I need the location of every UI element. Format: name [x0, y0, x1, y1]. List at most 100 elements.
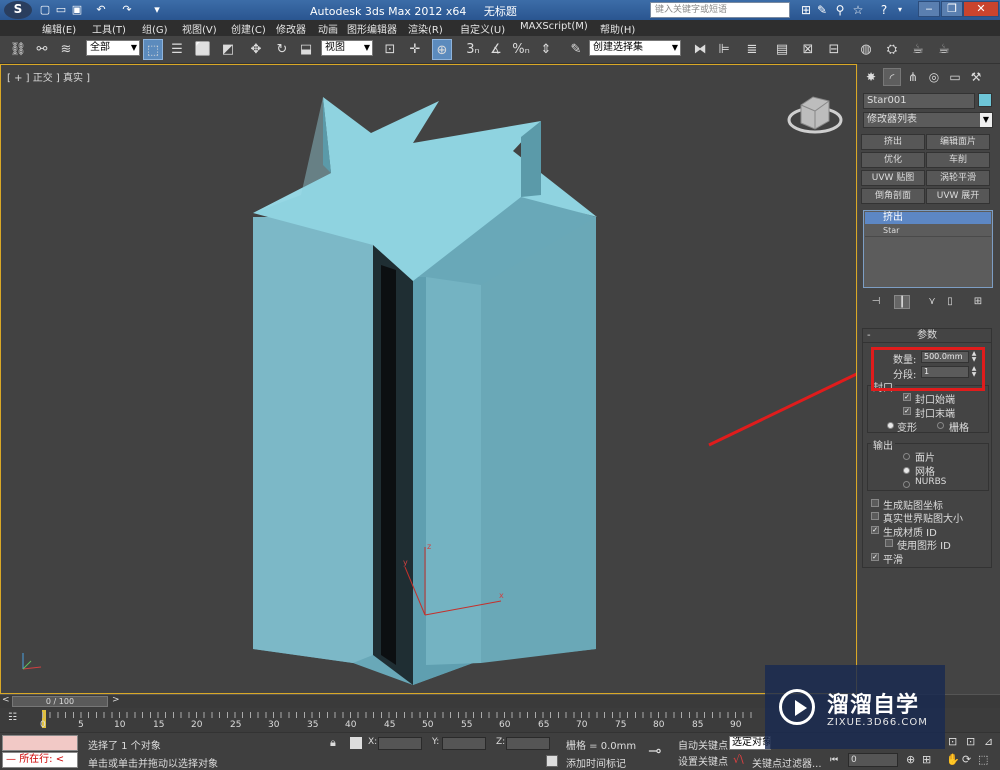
- add-time-tag-label[interactable]: 添加时间标记: [566, 755, 626, 770]
- tools-icon[interactable]: ✎: [814, 2, 830, 18]
- menu-modifiers[interactable]: 修改器: [276, 21, 306, 36]
- save-file-icon[interactable]: ▣: [70, 2, 84, 18]
- menu-animation[interactable]: 动画: [318, 21, 338, 36]
- render-production-icon[interactable]: ☕: [934, 39, 954, 60]
- modifier-list-dropdown[interactable]: 修改器列表 ▼: [863, 112, 993, 128]
- set-key-button[interactable]: 设置关键点: [678, 753, 728, 768]
- orbit-icon[interactable]: ⟳: [962, 753, 971, 766]
- select-manipulate-icon[interactable]: ✛: [405, 39, 425, 60]
- layer-manager-icon[interactable]: ≣: [742, 39, 762, 60]
- object-name-field[interactable]: Star001: [863, 93, 975, 109]
- smooth-checkbox[interactable]: ✓: [871, 553, 879, 561]
- help-dropdown-icon[interactable]: ▾: [892, 2, 908, 18]
- app-logo-icon[interactable]: S: [4, 1, 32, 19]
- utilities-tab-icon[interactable]: ⚒: [967, 68, 985, 86]
- spinner-snap-icon[interactable]: ⇕: [536, 39, 556, 60]
- hierarchy-tab-icon[interactable]: ⋔: [904, 68, 922, 86]
- absolute-mode-icon[interactable]: [350, 737, 362, 749]
- object-color-swatch[interactable]: [978, 93, 992, 107]
- modifier-btn-uvw-map[interactable]: UVW 贴图: [861, 170, 925, 186]
- time-tag-icon[interactable]: [546, 755, 558, 767]
- real-world-map-checkbox[interactable]: [871, 512, 879, 520]
- menu-group[interactable]: 组(G): [142, 21, 168, 36]
- current-frame-field[interactable]: 0: [848, 753, 898, 767]
- viewcube[interactable]: [787, 96, 843, 134]
- rendered-frame-icon[interactable]: ☕: [908, 39, 928, 60]
- close-button[interactable]: ✕: [963, 1, 999, 17]
- slider-right-arrow-icon[interactable]: >: [112, 695, 120, 705]
- menu-tools[interactable]: 工具(T): [92, 21, 126, 36]
- keyboard-shortcut-override-icon[interactable]: ⊕: [432, 39, 452, 60]
- maxscript-listener-bottom[interactable]: — 所在行: <: [2, 752, 78, 768]
- modifier-btn-edit-patch[interactable]: 编辑面片: [926, 134, 990, 150]
- y-coord-field[interactable]: [442, 737, 486, 750]
- display-tab-icon[interactable]: ▭: [946, 68, 964, 86]
- named-selection-dropdown[interactable]: 创建选择集 ▼: [589, 40, 681, 56]
- window-crossing-icon[interactable]: ◩: [218, 39, 238, 60]
- menu-create[interactable]: 创建(C): [231, 21, 266, 36]
- binoculars-icon[interactable]: ⊞: [798, 2, 814, 18]
- help-icon[interactable]: ?: [876, 2, 892, 18]
- use-shape-ids-checkbox[interactable]: [885, 539, 893, 547]
- pin-stack-icon[interactable]: ⊣: [868, 295, 884, 309]
- configure-modifier-sets-icon[interactable]: ⊞: [970, 295, 986, 309]
- rollout-header[interactable]: - 参数: [863, 329, 991, 343]
- modifier-btn-turbosmooth[interactable]: 涡轮平滑: [926, 170, 990, 186]
- menu-views[interactable]: 视图(V): [182, 21, 217, 36]
- time-slider-thumb[interactable]: 0 / 100: [12, 696, 108, 707]
- curve-editor-icon[interactable]: ⊠: [798, 39, 818, 60]
- render-setup-icon[interactable]: ⛭: [882, 39, 902, 60]
- modifier-btn-lathe[interactable]: 车削: [926, 152, 990, 168]
- gen-map-coords-checkbox[interactable]: [871, 499, 879, 507]
- bind-spacewarp-icon[interactable]: ≋: [56, 39, 76, 60]
- modify-tab-icon[interactable]: ◜: [883, 68, 901, 86]
- menu-graph-editors[interactable]: 图形编辑器: [347, 21, 397, 36]
- nurbs-radio[interactable]: [903, 481, 910, 488]
- mini-curve-editor-icon[interactable]: ☷: [8, 712, 22, 726]
- rotate-icon[interactable]: ↻: [272, 39, 292, 60]
- motion-tab-icon[interactable]: ◎: [925, 68, 943, 86]
- maximize-viewport-icon[interactable]: ⬚: [978, 753, 988, 766]
- graphite-ribbon-icon[interactable]: ▤: [772, 39, 792, 60]
- community-icon[interactable]: ⚲: [832, 2, 848, 18]
- mirror-icon[interactable]: ⧓: [690, 39, 710, 60]
- reference-coordinate-dropdown[interactable]: 视图 ▼: [321, 40, 373, 56]
- stack-item-star[interactable]: Star: [865, 225, 991, 237]
- cap-end-checkbox[interactable]: ✓: [903, 407, 911, 415]
- maxscript-listener-top[interactable]: [2, 735, 78, 751]
- modifier-stack[interactable]: 挤出 Star: [863, 210, 993, 288]
- redo-icon[interactable]: ↷: [120, 2, 134, 18]
- rectangular-selection-icon[interactable]: ⬜: [193, 39, 213, 60]
- patch-radio[interactable]: [903, 453, 910, 460]
- go-to-start-icon[interactable]: ⏮: [830, 755, 838, 765]
- show-end-result-icon[interactable]: ┃: [894, 295, 910, 309]
- modifier-btn-unwrap-uvw[interactable]: UVW 展开: [926, 188, 990, 204]
- perspective-viewport[interactable]: [ + ] 正交 ] 真实 ] z x y: [0, 64, 857, 694]
- stack-item-extrude[interactable]: 挤出: [865, 212, 991, 224]
- make-unique-icon[interactable]: ⋎: [924, 295, 940, 309]
- undo-icon[interactable]: ↶: [94, 2, 108, 18]
- zoom-icon[interactable]: ⊕: [906, 753, 915, 766]
- slider-left-arrow-icon[interactable]: <: [2, 695, 10, 705]
- key-icon[interactable]: ⊸: [648, 741, 661, 760]
- quick-access-dropdown-icon[interactable]: ▾: [150, 2, 164, 18]
- x-coord-field[interactable]: [378, 737, 422, 750]
- menu-help[interactable]: 帮助(H): [600, 21, 635, 36]
- grid-radio[interactable]: [937, 422, 944, 429]
- cap-start-checkbox[interactable]: ✓: [903, 393, 911, 401]
- new-file-icon[interactable]: ▢: [38, 2, 52, 18]
- zoom-all-icon[interactable]: ⊞: [922, 753, 931, 766]
- menu-rendering[interactable]: 渲染(R): [408, 21, 443, 36]
- edit-named-selection-icon[interactable]: ✎: [566, 39, 586, 60]
- modifier-btn-optimize[interactable]: 优化: [861, 152, 925, 168]
- morph-radio[interactable]: [887, 422, 894, 429]
- favorites-star-icon[interactable]: ☆: [850, 2, 866, 18]
- menu-customize[interactable]: 自定义(U): [460, 21, 505, 36]
- scale-icon[interactable]: ⬓: [296, 39, 316, 60]
- select-by-name-icon[interactable]: ☰: [167, 39, 187, 60]
- minimize-button[interactable]: ‒: [918, 1, 940, 17]
- search-input[interactable]: 键入关键字或短语: [650, 2, 790, 18]
- selection-filter-dropdown[interactable]: 全部 ▼: [86, 40, 140, 56]
- schematic-view-icon[interactable]: ⊟: [824, 39, 844, 60]
- pan-icon[interactable]: ✋: [946, 753, 960, 766]
